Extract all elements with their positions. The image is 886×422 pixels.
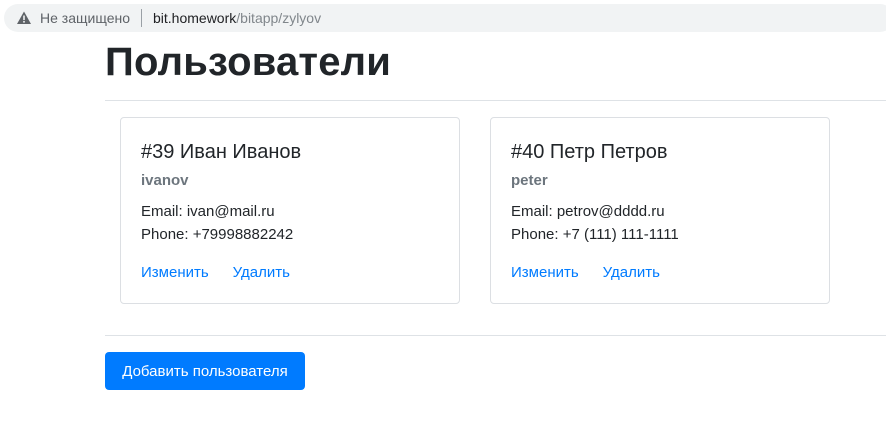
user-card-title: #39 Иван Иванов [141, 141, 302, 163]
page-title: Пользователи [105, 40, 392, 84]
user-card-actions: Изменить Удалить [511, 264, 809, 281]
omnibox[interactable]: Не защищено bit.homework/bitapp/zylyov [4, 4, 886, 32]
divider-top [105, 100, 886, 101]
delete-user-link[interactable]: Удалить [233, 264, 290, 281]
user-phone: Phone: +7 (111) 111-1111 [511, 226, 679, 243]
user-email: Email: petrov@dddd.ru [511, 203, 665, 220]
security-status[interactable]: Не защищено [40, 10, 130, 26]
divider-bottom [105, 335, 886, 336]
add-user-button[interactable]: Добавить пользователя [105, 352, 305, 390]
user-card: #39 Иван Иванов ivanov Email: ivan@mail.… [120, 117, 460, 304]
user-email: Email: ivan@mail.ru [141, 203, 275, 220]
user-login: peter [511, 172, 548, 189]
user-card-actions: Изменить Удалить [141, 264, 439, 281]
warning-icon[interactable] [16, 10, 32, 26]
user-phone: Phone: +79998882242 [141, 226, 294, 243]
url-path: /bitapp/zylyov [236, 10, 322, 26]
user-card-title: #40 Петр Петров [511, 141, 668, 163]
browser-address-bar: Не защищено bit.homework/bitapp/zylyov [0, 0, 886, 36]
edit-user-link[interactable]: Изменить [511, 264, 579, 281]
omnibox-divider [141, 9, 142, 27]
url-host: bit.homework [153, 10, 237, 26]
delete-user-link[interactable]: Удалить [603, 264, 660, 281]
user-login: ivanov [141, 172, 189, 189]
url-text[interactable]: bit.homework/bitapp/zylyov [153, 10, 321, 26]
user-card: #40 Петр Петров peter Email: petrov@dddd… [490, 117, 830, 304]
edit-user-link[interactable]: Изменить [141, 264, 209, 281]
